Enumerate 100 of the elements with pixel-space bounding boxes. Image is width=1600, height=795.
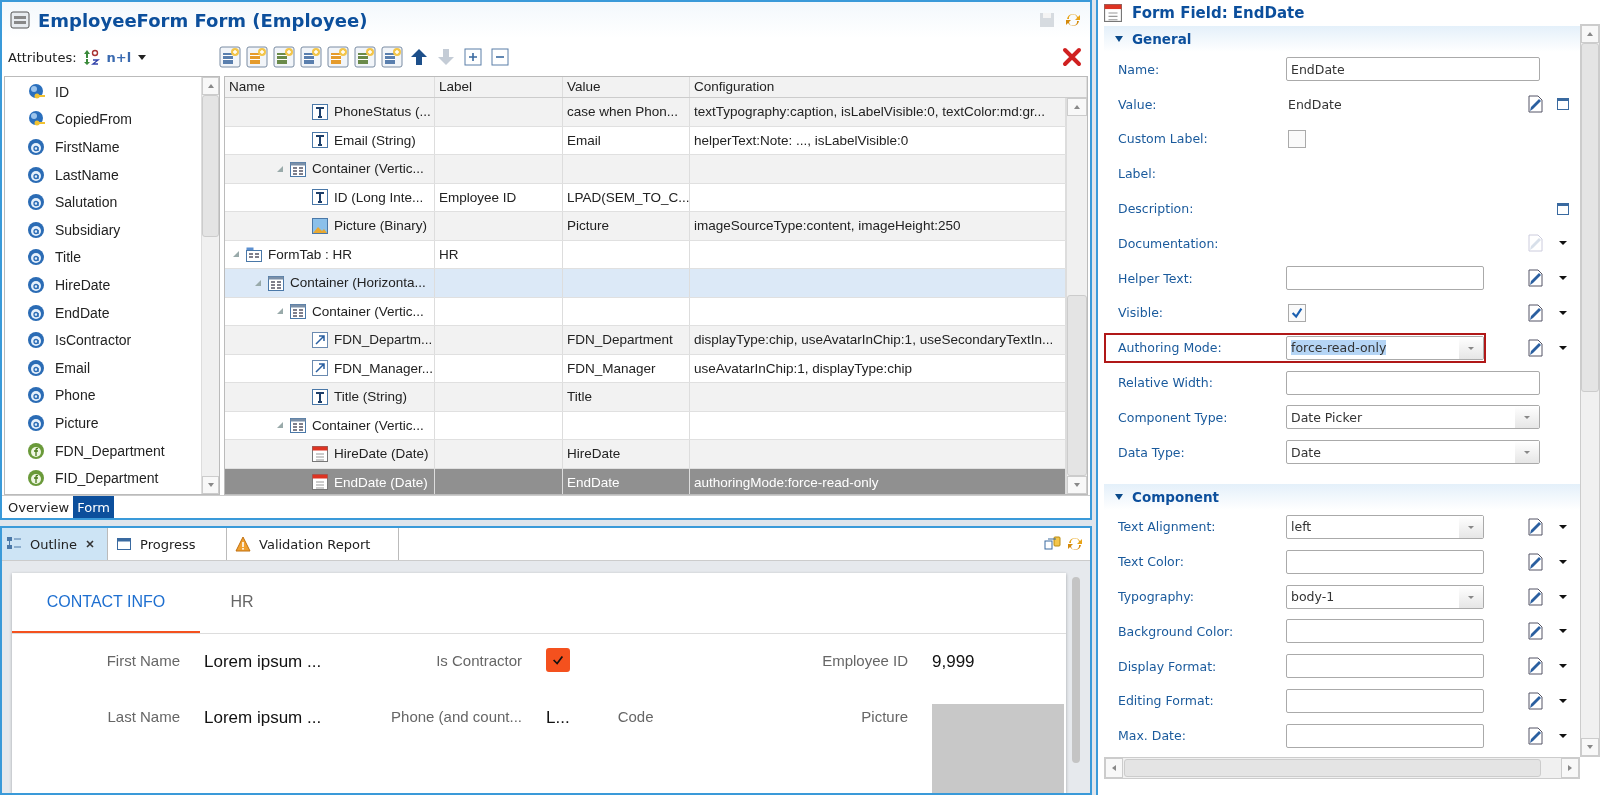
input-field[interactable]: EndDate bbox=[1286, 57, 1540, 82]
close-icon[interactable] bbox=[85, 539, 96, 549]
sort-toggle[interactable]: n+l bbox=[106, 49, 132, 65]
column-header[interactable]: Configuration bbox=[690, 77, 1087, 97]
sort-icon[interactable] bbox=[82, 48, 101, 66]
section-header[interactable]: Component bbox=[1104, 483, 1580, 510]
column-header[interactable]: Value bbox=[563, 77, 690, 97]
attribute-name[interactable]: LastName bbox=[55, 166, 119, 183]
expand-toggle-icon[interactable] bbox=[276, 421, 284, 430]
scroll-down-icon[interactable] bbox=[1073, 481, 1081, 489]
editor-tab[interactable]: Form bbox=[73, 496, 114, 518]
table-row[interactable]: Container (Vertic... bbox=[225, 411, 1066, 440]
dropdown[interactable]: left bbox=[1286, 514, 1484, 539]
collapse-all-icon[interactable] bbox=[489, 46, 512, 68]
attribute-name[interactable]: Subsidiary bbox=[55, 221, 121, 238]
input-field[interactable] bbox=[1286, 266, 1484, 291]
input-field[interactable] bbox=[1286, 619, 1484, 644]
attribute-name[interactable]: ID bbox=[55, 83, 69, 100]
checkbox[interactable] bbox=[1288, 303, 1306, 322]
scrollbar[interactable] bbox=[1066, 98, 1087, 494]
table-row[interactable]: Email (String) Email helperText:Note: ..., isLabelVisible:0 bbox=[225, 126, 1066, 155]
table-row[interactable]: Title (String) Title bbox=[225, 383, 1066, 412]
attribute-name[interactable]: Email bbox=[55, 359, 90, 376]
edit-icon[interactable] bbox=[1526, 587, 1544, 606]
view-tab[interactable]: Progress bbox=[112, 528, 228, 560]
window-icon[interactable] bbox=[1556, 201, 1570, 216]
edit-icon[interactable] bbox=[1526, 726, 1544, 745]
add-element-icon[interactable] bbox=[300, 46, 323, 68]
scrollbar[interactable] bbox=[1580, 24, 1600, 757]
checkbox[interactable] bbox=[546, 648, 570, 672]
edit-icon[interactable] bbox=[1526, 303, 1544, 322]
link-view-icon[interactable] bbox=[1044, 535, 1062, 553]
attribute-name[interactable]: EndDate bbox=[55, 304, 110, 321]
sync-icon[interactable] bbox=[1064, 11, 1082, 29]
add-element-icon[interactable] bbox=[381, 46, 404, 68]
edit-icon[interactable] bbox=[1526, 657, 1544, 676]
attribute-name[interactable]: CopiedFrom bbox=[55, 111, 133, 128]
scroll-left-icon[interactable] bbox=[1110, 764, 1118, 772]
delete-icon[interactable] bbox=[1062, 47, 1082, 67]
attribute-name[interactable]: Picture bbox=[55, 414, 99, 431]
scroll-down-icon[interactable] bbox=[1586, 743, 1594, 751]
section-header[interactable]: General bbox=[1104, 26, 1580, 52]
edit-icon[interactable] bbox=[1526, 552, 1544, 571]
dropdown[interactable]: Date bbox=[1286, 440, 1540, 465]
attribute-name[interactable]: HireDate bbox=[55, 276, 111, 293]
window-icon[interactable] bbox=[1556, 97, 1570, 112]
preview-tab[interactable]: CONTACT INFO bbox=[12, 573, 200, 633]
view-tab[interactable]: Validation Report bbox=[231, 528, 400, 560]
attribute-name[interactable]: IsContractor bbox=[55, 332, 132, 349]
input-field[interactable] bbox=[1286, 549, 1484, 574]
dropdown[interactable]: body-1 bbox=[1286, 584, 1484, 609]
attribute-name[interactable]: FID_Department bbox=[55, 470, 159, 487]
edit-icon[interactable] bbox=[1526, 622, 1544, 641]
scroll-right-icon[interactable] bbox=[1566, 764, 1574, 772]
table-row[interactable]: FDN_Manager... FDN_Manager useAvatarInChip:1, displayType:chip bbox=[225, 354, 1066, 383]
scroll-down-icon[interactable] bbox=[206, 481, 215, 489]
edit-icon[interactable] bbox=[1526, 517, 1544, 536]
scroll-up-icon[interactable] bbox=[1586, 30, 1594, 38]
table-row[interactable]: FDN_Departm... FDN_Department displayType:chip, useAvatarInChip:1, useSecondaryTextIn... bbox=[225, 326, 1066, 355]
input-field[interactable] bbox=[1286, 370, 1540, 395]
table-row[interactable]: ID (Long Inte... Employee ID LPAD(SEM_TO_C... bbox=[225, 183, 1066, 212]
expand-toggle-icon[interactable] bbox=[276, 307, 284, 316]
edit-icon[interactable] bbox=[1526, 269, 1544, 288]
column-header[interactable]: Label bbox=[435, 77, 563, 97]
input-field[interactable] bbox=[1286, 688, 1484, 713]
edit-icon[interactable] bbox=[1526, 95, 1544, 114]
table-row[interactable]: Picture (Binary) Picture imageSourceType:content, imageHeight:250 bbox=[225, 212, 1066, 241]
input-field[interactable] bbox=[1286, 654, 1484, 679]
attribute-name[interactable]: Title bbox=[55, 249, 81, 266]
attribute-name[interactable]: Salutation bbox=[55, 194, 118, 211]
expand-toggle-icon[interactable] bbox=[276, 164, 284, 173]
table-row[interactable]: Container (Vertic... bbox=[225, 297, 1066, 326]
add-element-icon[interactable] bbox=[219, 46, 242, 68]
attribute-name[interactable]: FDN_Department bbox=[55, 442, 165, 459]
expand-toggle-icon[interactable] bbox=[254, 278, 262, 287]
scrollbar[interactable] bbox=[1104, 757, 1580, 779]
edit-icon[interactable] bbox=[1526, 338, 1544, 357]
table-row[interactable]: Container (Vertic... bbox=[225, 155, 1066, 184]
checkbox[interactable] bbox=[1288, 130, 1306, 148]
attribute-name[interactable]: FirstName bbox=[55, 139, 120, 155]
highlighted-row[interactable]: Container (Horizonta... bbox=[225, 269, 1066, 298]
scroll-up-icon[interactable] bbox=[1073, 103, 1081, 111]
expand-toggle-icon[interactable] bbox=[232, 250, 240, 259]
dropdown[interactable]: Date Picker bbox=[1286, 405, 1540, 430]
table-row[interactable]: PhoneStatus (... case when Phon... textTypography:caption, isLabelVisible:0, textColor:md:gr... bbox=[225, 98, 1066, 127]
scroll-up-icon[interactable] bbox=[206, 82, 215, 90]
table-row[interactable]: FormTab : HR HR bbox=[225, 240, 1066, 269]
view-tab[interactable]: Outline bbox=[2, 528, 109, 560]
add-element-icon[interactable] bbox=[327, 46, 350, 68]
scrollbar[interactable] bbox=[201, 77, 219, 494]
table-row[interactable]: HireDate (Date) HireDate bbox=[225, 440, 1066, 469]
attribute-name[interactable]: Phone bbox=[55, 387, 96, 404]
caret-icon[interactable] bbox=[137, 52, 148, 62]
dropdown[interactable]: force-read-only bbox=[1286, 335, 1484, 360]
expand-all-icon[interactable] bbox=[462, 46, 485, 68]
add-element-icon[interactable] bbox=[273, 46, 296, 68]
add-element-icon[interactable] bbox=[246, 46, 269, 68]
edit-icon[interactable] bbox=[1526, 691, 1544, 710]
input-field[interactable] bbox=[1286, 723, 1484, 748]
sync-icon[interactable] bbox=[1066, 535, 1084, 553]
